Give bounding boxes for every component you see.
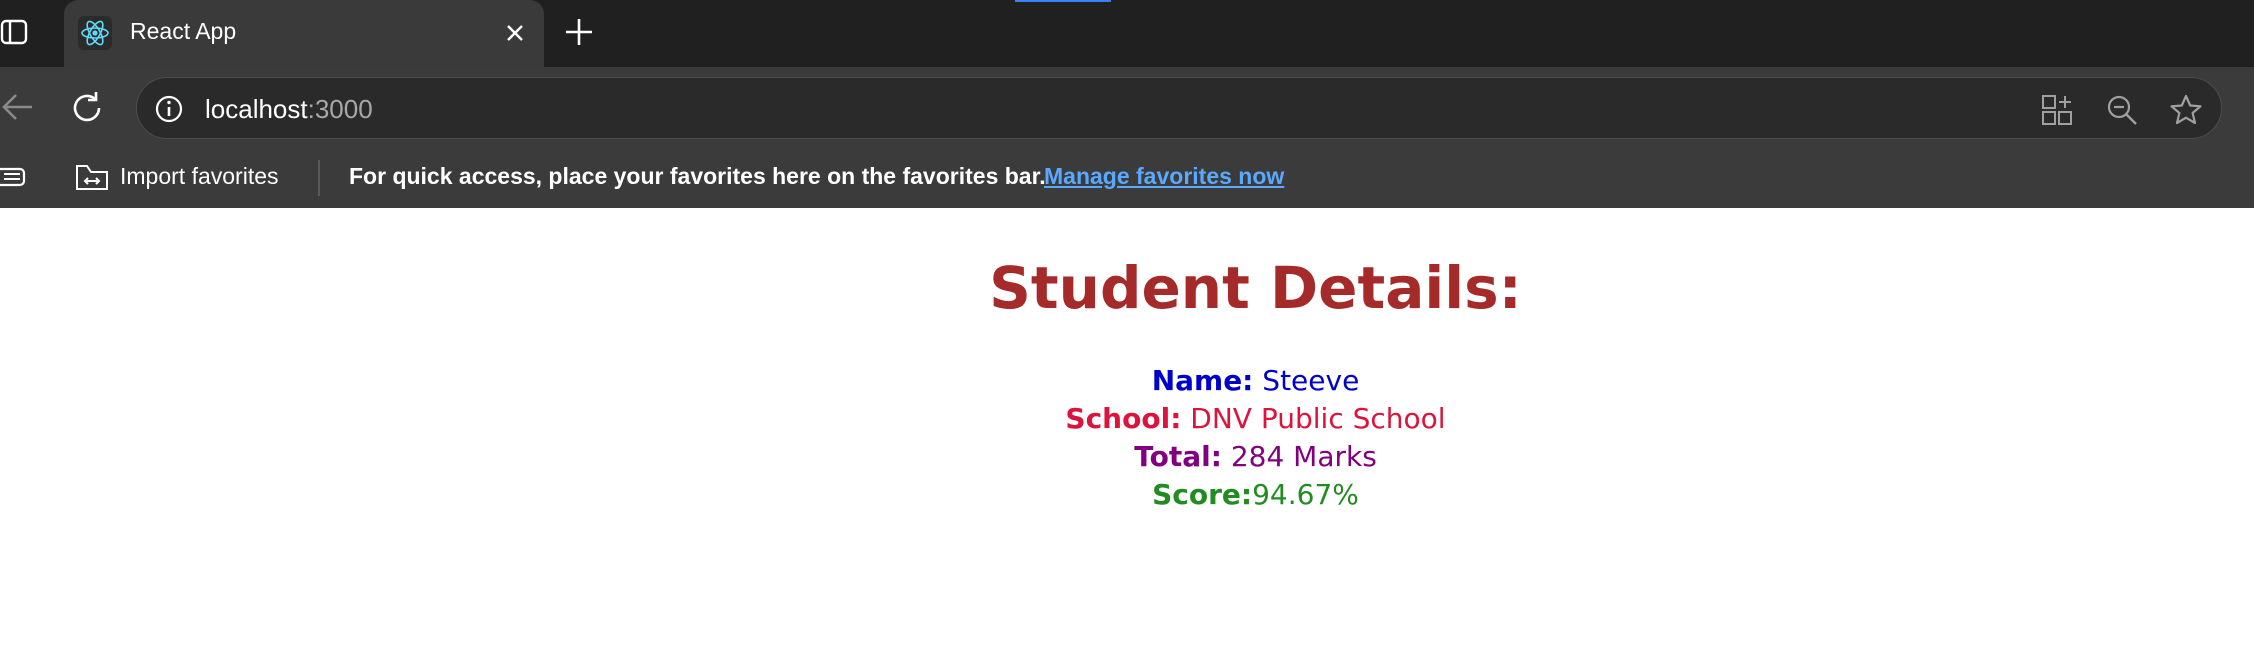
browser-toolbar: localhost:3000: [0, 67, 2254, 148]
favorites-icon[interactable]: [0, 162, 30, 192]
tab-drag-indicator: [1015, 0, 1111, 2]
page-content: Student Details: Name: Steeve School: DN…: [0, 208, 2254, 666]
favorites-bar-message: For quick access, place your favorites h…: [349, 163, 1046, 189]
manage-favorites-link[interactable]: Manage favorites now: [1044, 163, 1284, 190]
name-value: Steeve: [1262, 364, 1360, 397]
address-bar[interactable]: localhost:3000: [136, 77, 2222, 139]
favorites-bar-divider: [318, 160, 320, 196]
student-name-row: Name: Steeve: [0, 364, 2254, 397]
school-label: School:: [1065, 402, 1182, 435]
tab-title: React App: [130, 18, 237, 44]
url-text[interactable]: localhost:3000: [205, 94, 373, 125]
close-icon[interactable]: [500, 18, 530, 48]
plus-icon[interactable]: [562, 15, 596, 49]
url-host: localhost: [205, 94, 308, 124]
page-title: Student Details:: [989, 254, 1522, 322]
name-label: Name:: [1151, 364, 1254, 397]
import-favorites-button[interactable]: Import favorites: [120, 163, 279, 190]
back-arrow-icon[interactable]: [0, 89, 36, 125]
zoom-out-icon[interactable]: [2105, 93, 2139, 127]
url-port: :3000: [307, 94, 373, 124]
react-favicon-icon: [78, 16, 112, 50]
total-label: Total:: [1134, 440, 1222, 473]
score-label: Score:: [1152, 478, 1253, 511]
star-icon[interactable]: [2169, 93, 2203, 127]
import-folder-icon[interactable]: [74, 161, 110, 195]
tab-react-app[interactable]: React App: [64, 0, 544, 67]
apps-icon[interactable]: [2040, 93, 2074, 127]
tab-strip: React App: [0, 0, 2254, 67]
total-value: 284 Marks: [1230, 440, 1377, 473]
info-icon[interactable]: [153, 93, 185, 125]
school-value: DNV Public School: [1190, 402, 1446, 435]
tab-actions-icon[interactable]: [0, 17, 30, 47]
reload-icon[interactable]: [68, 89, 106, 127]
student-total-row: Total: 284 Marks: [0, 440, 2254, 473]
student-school-row: School: DNV Public School: [0, 402, 2254, 435]
student-score-row: Score:94.67%: [0, 478, 2254, 511]
score-value: 94.67%: [1252, 478, 1359, 511]
favorites-bar: Import favorites For quick access, place…: [0, 148, 2254, 208]
